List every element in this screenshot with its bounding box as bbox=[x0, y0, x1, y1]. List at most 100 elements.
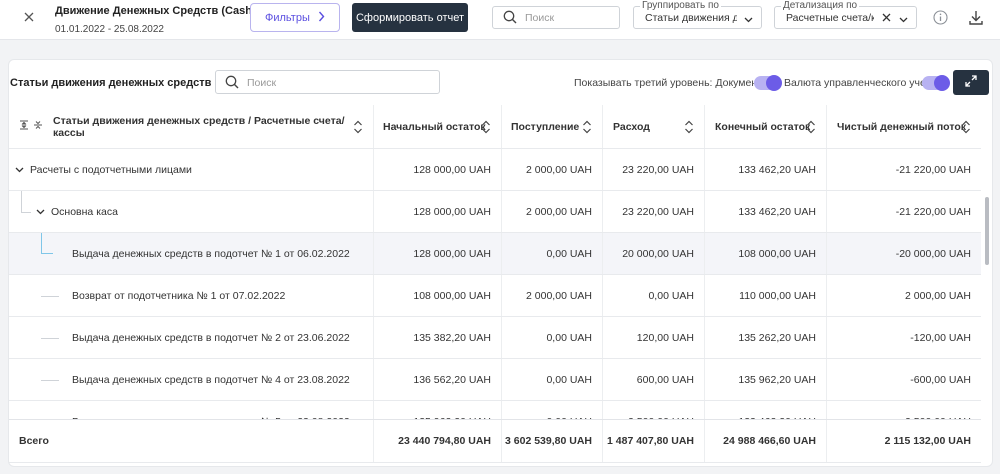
sort-icon[interactable] bbox=[353, 120, 363, 134]
row-closing: 108 000,00 UAH bbox=[705, 233, 827, 274]
third-level-toggle[interactable] bbox=[754, 75, 782, 91]
total-income: 3 602 539,80 UAH bbox=[502, 420, 603, 462]
row-name: Расчеты с подотчетными лицами bbox=[30, 163, 192, 176]
row-income: 0,00 UAH bbox=[502, 317, 603, 358]
column-header-label: Расход bbox=[613, 120, 650, 133]
clear-icon[interactable] bbox=[882, 13, 891, 25]
generate-report-label: Сформировать отчет bbox=[355, 11, 465, 24]
row-net-flow: -21 220,00 UAH bbox=[895, 205, 971, 218]
table-row[interactable]: Выдача денежных средств в подотчет № 5 о… bbox=[9, 401, 981, 419]
row-name: Выдача денежных средств в подотчет № 1 о… bbox=[72, 247, 350, 260]
detail-by-value: Расчетные счета/к bbox=[786, 12, 874, 24]
total-closing: 24 988 466,60 UAH bbox=[705, 420, 827, 462]
group-by-select[interactable]: Группировать по Статьи движения д bbox=[633, 0, 762, 29]
group-by-value: Статьи движения д bbox=[645, 12, 737, 24]
chevron-right-icon bbox=[318, 11, 325, 25]
row-closing: 133 462,20 UAH bbox=[705, 191, 827, 232]
column-header-expense[interactable]: Расход bbox=[603, 105, 705, 148]
column-header-income[interactable]: Поступление bbox=[502, 105, 603, 148]
table-row[interactable]: Расчеты с подотчетными лицами 128 000,00 … bbox=[9, 149, 981, 191]
expand-button[interactable] bbox=[953, 70, 989, 95]
column-header-name[interactable]: Статьи движения денежных средств / Расче… bbox=[9, 105, 374, 148]
detail-by-label: Детализация по bbox=[781, 0, 860, 11]
download-icon[interactable] bbox=[967, 8, 985, 26]
table-total-row: Всего 23 440 794,80 UAH 3 602 539,80 UAH… bbox=[9, 419, 981, 463]
row-name-cell: Выдача денежных средств в подотчет № 2 о… bbox=[9, 317, 374, 358]
tree-connector bbox=[41, 380, 59, 381]
row-name: Возврат от подотчетника № 1 от 07.02.202… bbox=[72, 289, 286, 302]
row-income: 2 000,00 UAH bbox=[502, 275, 603, 316]
table-row[interactable]: Основна каса 128 000,00 UAH 2 000,00 UAH 23… bbox=[9, 191, 981, 233]
group-by-label: Группировать по bbox=[640, 0, 721, 11]
column-header-net-flow[interactable]: Чистый денежный поток bbox=[827, 105, 981, 148]
sort-icon[interactable] bbox=[806, 120, 816, 134]
table-row[interactable]: Выдача денежных средств в подотчет № 1 о… bbox=[9, 233, 981, 275]
total-label-text: Всего bbox=[19, 435, 49, 447]
column-header-opening[interactable]: Начальный остаток bbox=[374, 105, 502, 148]
total-opening: 23 440 794,80 UAH bbox=[374, 420, 502, 462]
filters-button[interactable]: Фильтры bbox=[250, 3, 340, 32]
sort-icon[interactable] bbox=[684, 120, 694, 134]
row-name-cell: Основна каса bbox=[9, 191, 374, 232]
table-row[interactable]: Выдача денежных средств в подотчет № 4 о… bbox=[9, 359, 981, 401]
search-icon bbox=[503, 10, 517, 27]
expand-all-icon[interactable] bbox=[19, 120, 29, 133]
row-expense: 20 000,00 UAH bbox=[603, 233, 705, 274]
tree-connector bbox=[41, 296, 59, 297]
row-closing: 110 000,00 UAH bbox=[705, 275, 827, 316]
total-net-flow: 2 115 132,00 UAH bbox=[884, 435, 971, 447]
total-expense: 1 487 407,80 UAH bbox=[603, 420, 705, 462]
row-closing: 133 462,20 UAH bbox=[705, 149, 827, 190]
table-search-input[interactable]: Поиск bbox=[215, 70, 440, 94]
tree-connector bbox=[21, 191, 31, 213]
collapse-all-icon[interactable] bbox=[33, 120, 43, 133]
row-income: 0,00 UAH bbox=[502, 359, 603, 400]
row-name: Выдача денежных средств в подотчет № 4 о… bbox=[72, 373, 350, 386]
row-opening: 128 000,00 UAH bbox=[374, 233, 502, 274]
third-level-label: Показывать третий уровень: Документы bbox=[574, 77, 770, 89]
tree-connector bbox=[41, 338, 59, 339]
chevron-down-icon bbox=[744, 14, 753, 26]
row-name-cell: Выдача денежных средств в подотчет № 4 о… bbox=[9, 359, 374, 400]
row-opening: 128 000,00 UAH bbox=[374, 149, 502, 190]
row-opening: 136 562,20 UAH bbox=[374, 359, 502, 400]
sort-icon[interactable] bbox=[582, 120, 592, 134]
column-header-label: Поступление bbox=[511, 120, 580, 133]
row-income: 0,00 UAH bbox=[502, 401, 603, 419]
row-opening: 128 000,00 UAH bbox=[374, 191, 502, 232]
row-opening: 135 962,20 UAH bbox=[374, 401, 502, 419]
report-period: 01.01.2022 - 25.08.2022 bbox=[55, 24, 164, 35]
chevron-down-icon[interactable] bbox=[36, 206, 45, 218]
row-net-flow: 2 000,00 UAH bbox=[905, 289, 971, 302]
tree-connector bbox=[41, 233, 53, 254]
header-search-input[interactable]: Поиск bbox=[492, 6, 620, 29]
row-expense: 23 220,00 UAH bbox=[603, 191, 705, 232]
row-name-cell: Выдача денежных средств в подотчет № 5 о… bbox=[9, 401, 374, 419]
row-net-flow: -2 500,00 UAH bbox=[827, 401, 981, 420]
table-scrollbar[interactable] bbox=[985, 197, 989, 265]
row-closing: 135 262,20 UAH bbox=[705, 317, 827, 358]
currency-toggle[interactable] bbox=[922, 75, 950, 91]
info-icon[interactable] bbox=[932, 9, 948, 25]
expand-icon bbox=[965, 75, 977, 90]
column-header-label: Начальный остаток bbox=[383, 120, 486, 133]
row-expense: 600,00 UAH bbox=[603, 359, 705, 400]
table-header-row: Статьи движения денежных средств / Расче… bbox=[9, 105, 981, 149]
table-row[interactable]: Выдача денежных средств в подотчет № 2 о… bbox=[9, 317, 981, 359]
column-header-label: Конечный остаток bbox=[715, 120, 811, 133]
chevron-down-icon[interactable] bbox=[15, 164, 24, 176]
column-header-label: Чистый денежный поток bbox=[837, 120, 966, 133]
row-income: 2 000,00 UAH bbox=[502, 149, 603, 190]
column-header-closing[interactable]: Конечный остаток bbox=[705, 105, 827, 148]
row-closing: 135 962,20 UAH bbox=[705, 359, 827, 400]
generate-report-button[interactable]: Сформировать отчет bbox=[352, 3, 468, 32]
table-row[interactable]: Возврат от подотчетника № 1 от 07.02.202… bbox=[9, 275, 981, 317]
row-net-flow: -600,00 UAH bbox=[910, 373, 971, 386]
detail-by-select[interactable]: Детализация по Расчетные счета/к bbox=[774, 0, 917, 29]
row-name-cell: Возврат от подотчетника № 1 от 07.02.202… bbox=[9, 275, 374, 316]
row-net-flow: -20 000,00 UAH bbox=[895, 247, 971, 260]
sort-icon[interactable] bbox=[961, 120, 971, 134]
sort-icon[interactable] bbox=[481, 120, 491, 134]
close-icon[interactable] bbox=[20, 8, 38, 26]
row-name: Выдача денежных средств в подотчет № 2 о… bbox=[72, 331, 350, 344]
